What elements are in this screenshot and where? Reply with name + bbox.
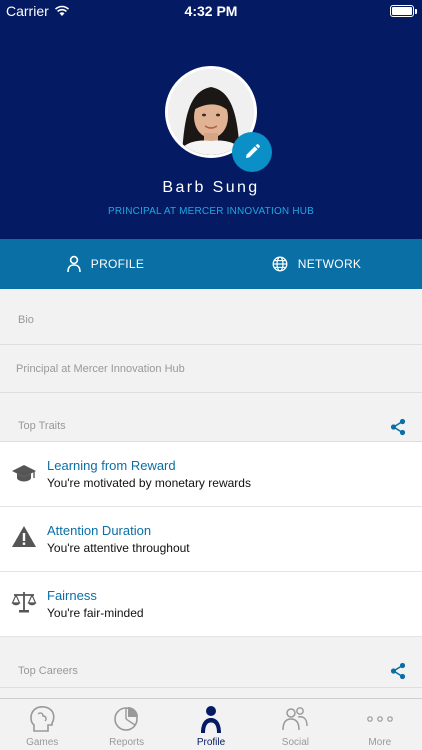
- tab-social-label: Social: [281, 737, 310, 748]
- bio-label: Bio: [18, 314, 34, 326]
- tab-more[interactable]: More: [338, 699, 422, 750]
- trait-description: You're attentive throughout: [47, 541, 190, 555]
- graduation-cap-icon: [12, 465, 36, 482]
- globe-icon: [272, 256, 288, 272]
- tab-more-label: More: [368, 737, 392, 748]
- tab-games-label: Games: [26, 737, 59, 748]
- person-icon: [66, 255, 81, 273]
- trait-title: Attention Duration: [47, 523, 152, 538]
- battery-icon: [390, 5, 417, 17]
- share-icon[interactable]: [390, 418, 406, 436]
- scales-icon: [11, 592, 37, 613]
- bottom-tab-bar: Games Reports Profile Social More: [0, 698, 422, 750]
- status-bar: Carrier 4:32 PM: [0, 0, 422, 22]
- trait-item[interactable]: Attention Duration You're attentive thro…: [0, 507, 422, 572]
- bio-text: Principal at Mercer Innovation Hub: [16, 363, 185, 375]
- pie-chart-icon: [113, 707, 138, 731]
- trait-title: Fairness: [47, 588, 97, 603]
- trait-item[interactable]: Fairness You're fair-minded: [0, 572, 422, 637]
- bio-text-row: Principal at Mercer Innovation Hub: [0, 345, 422, 393]
- tab-reports[interactable]: Reports: [84, 699, 168, 750]
- people-icon: [282, 707, 309, 731]
- profile-name: Barb Sung: [162, 179, 260, 196]
- top-traits-header: Top Traits: [0, 393, 422, 442]
- brain-icon: [30, 706, 55, 732]
- person-icon: [201, 706, 222, 733]
- trait-description: You're motivated by monetary rewards: [47, 476, 251, 490]
- profile-tabs: PROFILE NETWORK: [0, 239, 422, 289]
- trait-description: You're fair-minded: [47, 606, 144, 620]
- tab-network[interactable]: NETWORK: [211, 239, 422, 289]
- tab-profile[interactable]: PROFILE: [0, 239, 211, 289]
- tab-profile-bottom-label: Profile: [196, 737, 226, 748]
- tab-games[interactable]: Games: [0, 699, 84, 750]
- pencil-icon: [246, 144, 260, 158]
- status-time: 4:32 PM: [184, 3, 238, 19]
- top-careers-header: Top Careers: [0, 637, 422, 688]
- trait-title: Learning from Reward: [47, 458, 176, 473]
- profile-subtitle: PRINCIPAL AT MERCER INNOVATION HUB: [107, 206, 315, 217]
- share-icon[interactable]: [390, 662, 406, 680]
- tab-profile-bottom[interactable]: Profile: [169, 699, 253, 750]
- top-traits-label: Top Traits: [18, 420, 66, 432]
- tab-profile-label: PROFILE: [90, 257, 145, 271]
- warning-icon: [12, 526, 36, 547]
- profile-header: Carrier 4:32 PM Barb Sung PRINCIPAL AT M…: [0, 0, 422, 239]
- tab-network-label: NETWORK: [297, 257, 362, 271]
- edit-profile-button[interactable]: [232, 132, 272, 172]
- tab-social[interactable]: Social: [253, 699, 337, 750]
- bio-section-header: Bio: [0, 289, 422, 345]
- trait-item[interactable]: Learning from Reward You're motivated by…: [0, 442, 422, 507]
- top-careers-label: Top Careers: [18, 665, 78, 677]
- tab-reports-label: Reports: [109, 737, 145, 748]
- more-icon: [367, 716, 393, 722]
